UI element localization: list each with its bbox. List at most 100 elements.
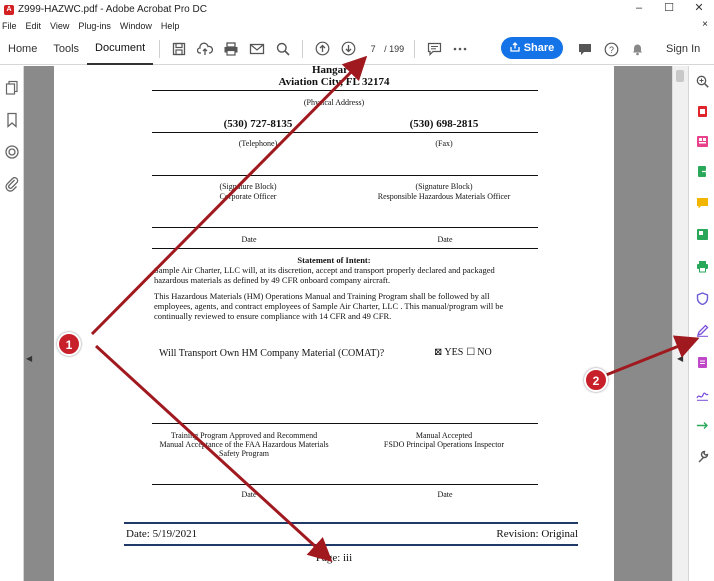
menu-window[interactable]: Window [120,21,152,31]
telephone-value: (530) 727-8135 [223,118,293,130]
tab-home[interactable]: Home [0,33,45,65]
date-label-2: Date [437,235,453,244]
training-line-3: Safety Program [219,449,269,458]
rule [152,175,538,176]
header-line-1: Hangar 2 [311,66,357,76]
comment-icon[interactable] [421,42,447,56]
export-pdf-icon[interactable] [696,105,709,118]
menu-edit[interactable]: Edit [26,21,42,31]
help-icon[interactable]: ? [598,42,624,57]
more-icon[interactable] [447,47,473,51]
collapse-left-pane-icon[interactable]: ◀ [26,354,34,368]
no-label: NO [477,347,492,358]
page-up-icon[interactable] [309,41,335,56]
collapse-right-pane-icon[interactable]: ◀ [677,354,685,368]
search-icon[interactable] [270,42,296,56]
document-view[interactable]: Hangar 2 Aviation City, FL 32174 (Physic… [24,66,672,581]
fill-sign-pen-icon[interactable] [696,324,709,337]
header-line-2: Aviation City, FL 32174 [278,76,390,88]
training-line-2: Manual Acceptance of the FAA Hazardous M… [159,440,329,449]
footer-page-number: Page: iii [315,552,353,564]
comat-options: ⊠ YES ☐ NO [434,347,534,358]
menu-view[interactable]: View [50,21,69,31]
left-navigation-pane [0,66,24,581]
comat-question: Will Transport Own HM Company Material (… [159,348,385,359]
statement-title: Statement of Intent: [297,255,371,265]
annotation-badge-1: 1 [57,332,81,356]
toolbar-right-group: ? [572,33,650,65]
chat-icon[interactable] [572,43,598,56]
manual-accepted-label: Manual Accepted [415,431,473,440]
title-bar: A Z999-HAZWC.pdf - Adobe Acrobat Pro DC … [0,0,714,19]
export-file-icon[interactable] [696,165,709,178]
more-tools-wrench-icon[interactable] [696,450,709,463]
menu-bar: File Edit View Plug-ins Window Help × [0,19,714,33]
minimize-button[interactable]: – [624,0,654,19]
compress-pdf-icon[interactable] [696,228,709,241]
fsdo-inspector-label: FSDO Principal Operations Inspector [383,440,505,449]
yes-label: YES [444,347,464,358]
toolbar-divider [159,39,161,58]
footer-revision: Revision: Original [496,528,578,540]
menu-plugins[interactable]: Plug-ins [78,21,111,31]
print-production-icon[interactable] [696,260,709,273]
vertical-scrollbar[interactable] [672,66,688,581]
comment-tool-icon[interactable] [696,197,709,210]
acrobat-app-icon: A [4,4,14,15]
bookmark-icon[interactable] [4,112,20,128]
page-down-icon[interactable] [335,41,361,56]
close-button[interactable]: ✕ [684,0,714,19]
page-thumbnails-icon[interactable] [4,80,20,96]
layers-icon[interactable] [4,144,20,160]
statement-paragraph-1: Sample Air Charter, LLC will, at its dis… [154,265,495,285]
protect-shield-icon[interactable] [696,292,709,306]
rule [152,248,538,249]
send-arrow-icon[interactable] [696,419,709,432]
window-controls: – ☐ ✕ [624,0,714,19]
close-document-button[interactable]: × [702,19,708,30]
scrollbar-thumb[interactable] [676,70,684,82]
rule [152,90,538,91]
sign-in-link[interactable]: Sign In [666,33,700,65]
zoom-search-icon[interactable] [696,75,709,88]
share-icon [510,41,520,55]
physical-address-label: (Physical Address) [303,98,365,107]
share-label: Share [523,42,555,54]
request-signature-icon[interactable] [696,388,709,401]
attachment-icon[interactable] [4,176,20,192]
footer-rule-top [124,522,578,524]
toolbar-divider [414,39,416,58]
upload-cloud-icon[interactable] [192,42,218,56]
footer-rule-bottom [124,544,578,546]
menu-help[interactable]: Help [161,21,180,31]
fax-label: (Fax) [435,139,453,148]
date-label-1: Date [241,235,257,244]
pdf-page: Hangar 2 Aviation City, FL 32174 (Physic… [54,66,614,581]
no-checkbox: ☐ [466,347,476,358]
statement-paragraph-2: This Hazardous Materials (HM) Operations… [154,291,504,321]
total-pages: / 199 [384,43,405,54]
email-icon[interactable] [244,43,270,55]
date-label-3: Date [241,490,257,499]
signature-block-2-title: Responsible Hazardous Materials Officer [377,192,511,201]
window-title: Z999-HAZWC.pdf - Adobe Acrobat Pro DC [18,4,207,15]
page-navigator: 7 / 199 [365,40,405,57]
save-icon[interactable] [166,42,192,56]
rule [152,227,538,228]
bell-icon[interactable] [624,42,650,56]
annotation-badge-2: 2 [584,368,608,392]
toolbar-divider [302,39,304,58]
signature-block-2: (Signature Block) [415,182,473,191]
rule [152,423,538,424]
tab-tools[interactable]: Tools [45,33,87,65]
training-line-1: Training Program Approved and Recommend [170,431,318,440]
tab-document[interactable]: Document [87,33,154,65]
share-button[interactable]: Share [501,37,563,59]
maximize-button[interactable]: ☐ [654,0,684,19]
edit-pdf-icon[interactable] [696,356,709,369]
menu-file[interactable]: File [2,21,17,31]
current-page-input[interactable]: 7 [365,40,382,57]
organize-pages-icon[interactable] [696,135,709,148]
main-toolbar: Home Tools Document 7 / 199 Share ? Sign… [0,33,714,65]
print-icon[interactable] [218,41,244,56]
